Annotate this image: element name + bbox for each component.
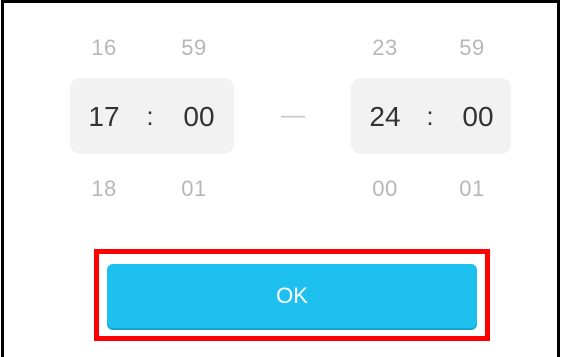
ok-button[interactable]: OK [107,264,477,328]
end-hour-selected[interactable]: 24 [355,101,415,133]
start-minute-prev[interactable]: 59 [164,35,224,61]
end-hour-prev[interactable]: 23 [355,35,415,61]
start-hour-selected[interactable]: 17 [74,101,134,133]
end-minute-next[interactable]: 01 [442,176,502,202]
start-hour-next[interactable]: 18 [74,176,134,202]
range-dash: — [281,102,305,129]
time-range-picker-dialog: 16 59 17 : 00 18 01 — — — 23 59 24 : 00 … [1,0,560,357]
start-hour-fade: — [74,217,134,225]
end-minute-fade: — [442,217,502,225]
end-minute-prev[interactable]: 59 [442,35,502,61]
end-hour-next[interactable]: 00 [355,176,415,202]
end-minute-selected[interactable]: 00 [448,101,508,133]
start-minute-fade: — [164,217,224,225]
start-hour-prev[interactable]: 16 [74,35,134,61]
start-minute-selected[interactable]: 00 [169,101,229,133]
ok-button-highlight: OK [94,249,490,341]
start-minute-next[interactable]: 01 [164,176,224,202]
end-hour-fade: — [355,217,415,225]
start-time-colon: : [146,101,154,131]
end-time-colon: : [426,101,434,131]
